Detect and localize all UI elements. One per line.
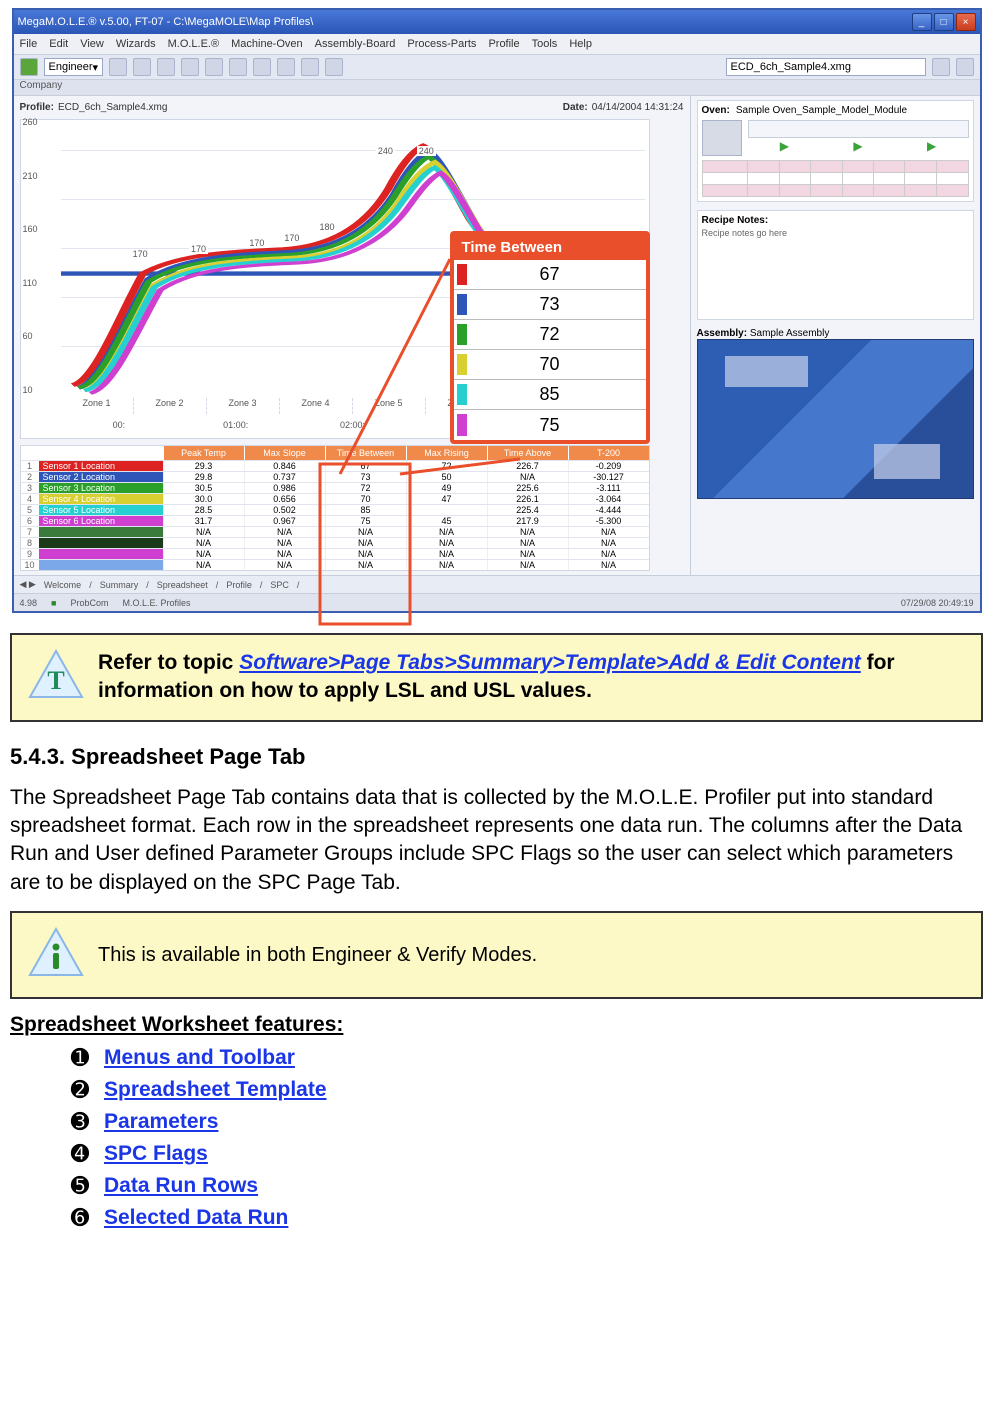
note-tip: T Refer to topic Software>Page Tabs>Summ… [10,633,983,722]
menu-item[interactable]: Wizards [116,38,156,50]
assembly-image [697,339,974,499]
callout-popup: Time Between 67 73 72 70 85 75 [450,231,650,444]
table-row: 7N/AN/AN/AN/AN/AN/A [21,526,649,537]
monitor-icon [702,120,742,156]
section-paragraph: The Spreadsheet Page Tab contains data t… [10,784,983,897]
toolbar-icon[interactable] [325,58,343,76]
features-list: ➊Menus and Toolbar ➋Spreadsheet Template… [10,1045,983,1231]
oven-name: Sample Oven_Sample_Model_Module [736,105,907,116]
user-dropdown[interactable]: Engineer ▾ [44,58,104,76]
table-row: 8N/AN/AN/AN/AN/AN/A [21,537,649,548]
file-dropdown[interactable]: ECD_6ch_Sample4.xmg [726,58,926,76]
oven-sketch: ▶▶▶ [702,120,969,156]
side-panel: Oven: Sample Oven_Sample_Model_Module ▶▶… [690,96,980,575]
table-row: 1Sensor 1 Location29.30.8466772226.7-0.2… [21,460,649,471]
feature-link[interactable]: Data Run Rows [104,1174,258,1198]
toolbar-icon[interactable] [205,58,223,76]
table-row: 4Sensor 4 Location30.00.6567047226.1-3.0… [21,493,649,504]
menu-item[interactable]: View [80,38,104,50]
table-row: 10N/AN/AN/AN/AN/AN/A [21,559,649,570]
titlebar: MegaM.O.L.E.® v.5.00, FT-07 - C:\MegaMOL… [14,10,980,34]
menu-item[interactable]: File [20,38,38,50]
menubar: File Edit View Wizards M.O.L.E.® Machine… [14,34,980,54]
menu-item[interactable]: M.O.L.E.® [168,38,220,50]
info-icon [28,927,84,983]
note-link[interactable]: Software>Page Tabs>Summary>Template>Add … [239,651,861,674]
status-bar: 4.98 ■ ProbCom M.O.L.E. Profiles 07/29/0… [14,593,980,611]
table-row: 2Sensor 2 Location29.80.7377350N/A-30.12… [21,471,649,482]
callout-title: Time Between [454,235,646,260]
profile-name: ECD_6ch_Sample4.xmg [58,102,168,113]
maximize-button[interactable]: □ [934,13,954,31]
user-button[interactable] [20,58,38,76]
menu-item[interactable]: Edit [49,38,68,50]
feature-link[interactable]: SPC Flags [104,1142,208,1166]
toolbar-icon[interactable] [109,58,127,76]
oven-label: Oven: [702,105,730,116]
minimize-button[interactable]: _ [912,13,932,31]
toolbar-icon[interactable] [157,58,175,76]
close-button[interactable]: × [956,13,976,31]
toolbar-icon[interactable] [229,58,247,76]
assembly-name: Sample Assembly [750,328,829,339]
feature-link[interactable]: Spreadsheet Template [104,1078,327,1102]
toolbar-icon[interactable] [133,58,151,76]
table-row: 3Sensor 3 Location30.50.9867249225.6-3.1… [21,482,649,493]
tab[interactable]: SPC [270,580,289,590]
tip-icon: T [28,649,84,705]
table-row: 6Sensor 6 Location31.70.9677545217.9-5.3… [21,515,649,526]
feature-link[interactable]: Menus and Toolbar [104,1046,295,1070]
features-title: Spreadsheet Worksheet features: [10,1013,983,1037]
note-prefix: Refer to topic [98,651,239,674]
toolbar: Engineer ▾ ECD_6ch_Sample4.xmg [14,54,980,80]
table-row: 5Sensor 5 Location28.50.50285225.4-4.444 [21,504,649,515]
tab[interactable]: Profile [226,580,252,590]
tab[interactable]: Spreadsheet [157,580,208,590]
table-row: 9N/AN/AN/AN/AN/AN/A [21,548,649,559]
main-panel: Profile: ECD_6ch_Sample4.xmg Date: 04/14… [14,96,690,575]
app-window: MegaM.O.L.E.® v.5.00, FT-07 - C:\MegaMOL… [12,8,982,613]
date-value: 04/14/2004 14:31:24 [592,102,684,113]
feature-link[interactable]: Selected Data Run [104,1206,288,1230]
toolbar-icon[interactable] [181,58,199,76]
menu-item[interactable]: Profile [488,38,519,50]
toolbar-icon[interactable] [301,58,319,76]
menu-item[interactable]: Help [569,38,592,50]
section-label: Company [14,80,980,96]
section-heading: 5.4.3. Spreadsheet Page Tab [10,744,983,770]
menu-item[interactable]: Assembly-Board [315,38,396,50]
profile-label: Profile: [20,102,54,113]
date-label: Date: [563,102,588,113]
toolbar-icon[interactable] [277,58,295,76]
feature-link[interactable]: Parameters [104,1110,218,1134]
note-info: This is available in both Engineer & Ver… [10,911,983,999]
tab[interactable]: Welcome [44,580,81,590]
svg-text:T: T [47,666,64,695]
tab-strip: ◀ ▶ Welcome/ Summary/ Spreadsheet/ Profi… [14,575,980,593]
menu-item[interactable]: Tools [532,38,558,50]
note-info-text: This is available in both Engineer & Ver… [98,942,537,969]
toolbar-icon[interactable] [932,58,950,76]
tab[interactable]: Summary [100,580,139,590]
data-table: Peak Temp Max Slope Time Between Max Ris… [20,445,650,571]
toolbar-icon[interactable] [253,58,271,76]
menu-item[interactable]: Machine-Oven [231,38,303,50]
assembly-label: Assembly: [697,328,748,339]
toolbar-icon[interactable] [956,58,974,76]
recipe-notes: Recipe Notes: Recipe notes go here [697,210,974,320]
window-title: MegaM.O.L.E.® v.5.00, FT-07 - C:\MegaMOL… [18,16,912,28]
menu-item[interactable]: Process-Parts [407,38,476,50]
